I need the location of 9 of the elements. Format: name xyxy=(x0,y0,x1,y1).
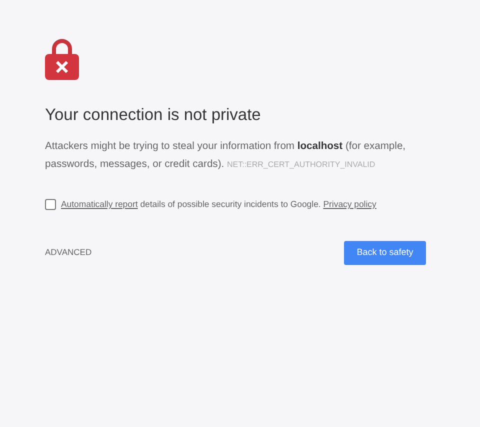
advanced-button[interactable]: ADVANCED xyxy=(45,246,92,260)
report-checkbox[interactable] xyxy=(45,198,56,210)
lock-error-icon xyxy=(45,38,79,80)
report-consent-text: Automatically report details of possible security incidents to Google. Privacy policy xyxy=(61,198,376,211)
back-to-safety-button[interactable]: Back to safety xyxy=(344,240,426,265)
warning-message: Attackers might be trying to steal your information from localhost (for example, passwords, messages, or credit cards). NET::ERR_CERT_AUTHORITY_INVALID xyxy=(45,140,407,172)
privacy-policy-link[interactable]: Privacy policy xyxy=(323,198,376,209)
auto-report-link[interactable]: Automatically report xyxy=(61,198,138,209)
page-heading: Your connection is not private xyxy=(45,106,262,126)
